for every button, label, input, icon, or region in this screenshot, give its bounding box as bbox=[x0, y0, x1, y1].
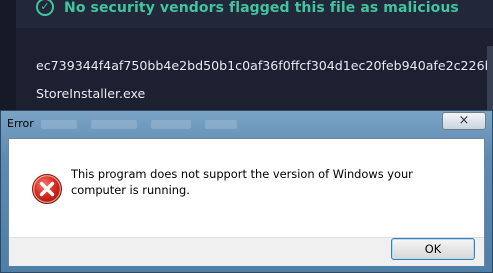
dialog-titlebar[interactable]: Error × bbox=[1, 111, 492, 138]
blurred-background-nav bbox=[41, 118, 237, 132]
detection-verdict-text: No security vendors flagged this file as… bbox=[64, 0, 459, 16]
left-sidebar-strip bbox=[0, 0, 16, 120]
dialog-client-area: This program does not support the versio… bbox=[8, 138, 485, 266]
dialog-content: This program does not support the versio… bbox=[9, 139, 484, 237]
dialog-title: Error bbox=[7, 117, 34, 130]
file-hash[interactable]: ec739344f4af750bb4e2bd50b1c0af36f0ffcf30… bbox=[36, 58, 493, 73]
error-dialog: Error × This program does not support th… bbox=[0, 110, 493, 273]
ok-button[interactable]: OK bbox=[391, 238, 475, 260]
page-scrollbar[interactable] bbox=[487, 46, 493, 116]
close-button[interactable]: × bbox=[442, 112, 486, 130]
close-icon: × bbox=[458, 113, 470, 128]
dialog-button-bar: OK bbox=[9, 237, 484, 266]
file-name: StoreInstaller.exe bbox=[36, 86, 146, 101]
error-x-icon bbox=[32, 174, 62, 204]
error-message: This program does not support the versio… bbox=[71, 167, 413, 197]
